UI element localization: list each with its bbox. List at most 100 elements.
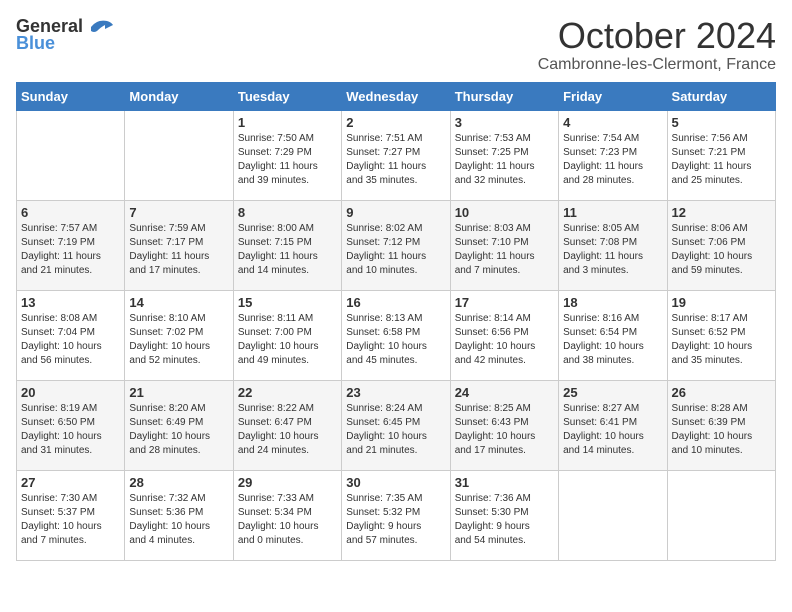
calendar-cell: 10 Sunrise: 8:03 AM Sunset: 7:10 PM Dayli… bbox=[450, 200, 558, 290]
day-number: 2 bbox=[346, 115, 445, 130]
header-thursday: Thursday bbox=[450, 82, 558, 110]
calendar-cell: 8 Sunrise: 8:00 AM Sunset: 7:15 PM Daylig… bbox=[233, 200, 341, 290]
day-number: 15 bbox=[238, 295, 337, 310]
day-number: 31 bbox=[455, 475, 554, 490]
month-title: October 2024 bbox=[538, 16, 776, 56]
day-info: Sunrise: 8:00 AM Sunset: 7:15 PM Dayligh… bbox=[238, 222, 337, 278]
day-info: Sunrise: 8:13 AM Sunset: 6:58 PM Dayligh… bbox=[346, 312, 445, 368]
day-number: 13 bbox=[21, 295, 120, 310]
day-info: Sunrise: 7:50 AM Sunset: 7:29 PM Dayligh… bbox=[238, 132, 337, 188]
calendar-cell bbox=[559, 470, 667, 560]
calendar-cell: 25Sunrise: 8:27 AM Sunset: 6:41 PM Dayli… bbox=[559, 380, 667, 470]
day-info: Sunrise: 7:56 AM Sunset: 7:21 PM Dayligh… bbox=[672, 132, 771, 188]
week-row-3: 13 Sunrise: 8:08 AM Sunset: 7:04 PM Dayli… bbox=[17, 290, 776, 380]
day-info: Sunrise: 8:05 AM Sunset: 7:08 PM Dayligh… bbox=[563, 222, 662, 278]
calendar-cell: 5 Sunrise: 7:56 AM Sunset: 7:21 PM Daylig… bbox=[667, 110, 775, 200]
day-number: 25 bbox=[563, 385, 662, 400]
day-info: Sunrise: 8:25 AM Sunset: 6:43 PM Dayligh… bbox=[455, 402, 554, 458]
logo: General Blue bbox=[16, 16, 115, 54]
day-info: Sunrise: 8:03 AM Sunset: 7:10 PM Dayligh… bbox=[455, 222, 554, 278]
calendar-cell: 12 Sunrise: 8:06 AM Sunset: 7:06 PM Dayli… bbox=[667, 200, 775, 290]
day-info: Sunrise: 8:14 AM Sunset: 6:56 PM Dayligh… bbox=[455, 312, 554, 368]
day-number: 1 bbox=[238, 115, 337, 130]
day-info: Sunrise: 7:53 AM Sunset: 7:25 PM Dayligh… bbox=[455, 132, 554, 188]
calendar-cell: 22Sunrise: 8:22 AM Sunset: 6:47 PM Dayli… bbox=[233, 380, 341, 470]
calendar-cell: 4 Sunrise: 7:54 AM Sunset: 7:23 PM Daylig… bbox=[559, 110, 667, 200]
day-info: Sunrise: 7:33 AM Sunset: 5:34 PM Dayligh… bbox=[238, 492, 337, 548]
day-info: Sunrise: 8:19 AM Sunset: 6:50 PM Dayligh… bbox=[21, 402, 120, 458]
calendar-cell: 7 Sunrise: 7:59 AM Sunset: 7:17 PM Daylig… bbox=[125, 200, 233, 290]
day-info: Sunrise: 7:35 AM Sunset: 5:32 PM Dayligh… bbox=[346, 492, 445, 548]
day-info: Sunrise: 7:54 AM Sunset: 7:23 PM Dayligh… bbox=[563, 132, 662, 188]
day-info: Sunrise: 8:16 AM Sunset: 6:54 PM Dayligh… bbox=[563, 312, 662, 368]
day-number: 3 bbox=[455, 115, 554, 130]
week-row-2: 6Sunrise: 7:57 AM Sunset: 7:19 PM Daylig… bbox=[17, 200, 776, 290]
calendar-cell: 23 Sunrise: 8:24 AM Sunset: 6:45 PM Dayli… bbox=[342, 380, 450, 470]
week-row-4: 20 Sunrise: 8:19 AM Sunset: 6:50 PM Dayli… bbox=[17, 380, 776, 470]
day-info: Sunrise: 7:57 AM Sunset: 7:19 PM Dayligh… bbox=[21, 222, 120, 278]
header-monday: Monday bbox=[125, 82, 233, 110]
header-saturday: Saturday bbox=[667, 82, 775, 110]
day-info: Sunrise: 8:08 AM Sunset: 7:04 PM Dayligh… bbox=[21, 312, 120, 368]
calendar-table: SundayMondayTuesdayWednesdayThursdayFrid… bbox=[16, 82, 776, 561]
day-info: Sunrise: 8:06 AM Sunset: 7:06 PM Dayligh… bbox=[672, 222, 771, 278]
calendar-cell: 20 Sunrise: 8:19 AM Sunset: 6:50 PM Dayli… bbox=[17, 380, 125, 470]
location-subtitle: Cambronne-les-Clermont, France bbox=[538, 56, 776, 74]
day-number: 19 bbox=[672, 295, 771, 310]
title-section: October 2024 Cambronne-les-Clermont, Fra… bbox=[538, 16, 776, 74]
header-friday: Friday bbox=[559, 82, 667, 110]
day-number: 12 bbox=[672, 205, 771, 220]
week-row-5: 27Sunrise: 7:30 AM Sunset: 5:37 PM Dayli… bbox=[17, 470, 776, 560]
day-number: 30 bbox=[346, 475, 445, 490]
calendar-cell: 9 Sunrise: 8:02 AM Sunset: 7:12 PM Daylig… bbox=[342, 200, 450, 290]
day-info: Sunrise: 7:51 AM Sunset: 7:27 PM Dayligh… bbox=[346, 132, 445, 188]
calendar-cell: 26Sunrise: 8:28 AM Sunset: 6:39 PM Dayli… bbox=[667, 380, 775, 470]
logo-bird-icon bbox=[87, 17, 115, 37]
day-number: 26 bbox=[672, 385, 771, 400]
page-header: General Blue October 2024 Cambronne-les-… bbox=[16, 16, 776, 74]
calendar-cell: 18 Sunrise: 8:16 AM Sunset: 6:54 PM Dayli… bbox=[559, 290, 667, 380]
calendar-cell: 24 Sunrise: 8:25 AM Sunset: 6:43 PM Dayli… bbox=[450, 380, 558, 470]
day-number: 23 bbox=[346, 385, 445, 400]
day-number: 7 bbox=[129, 205, 228, 220]
day-number: 11 bbox=[563, 205, 662, 220]
header-tuesday: Tuesday bbox=[233, 82, 341, 110]
calendar-header-row: SundayMondayTuesdayWednesdayThursdayFrid… bbox=[17, 82, 776, 110]
day-number: 8 bbox=[238, 205, 337, 220]
day-number: 24 bbox=[455, 385, 554, 400]
day-number: 17 bbox=[455, 295, 554, 310]
calendar-cell bbox=[17, 110, 125, 200]
calendar-cell: 15Sunrise: 8:11 AM Sunset: 7:00 PM Dayli… bbox=[233, 290, 341, 380]
calendar-cell: 14 Sunrise: 8:10 AM Sunset: 7:02 PM Dayli… bbox=[125, 290, 233, 380]
day-number: 27 bbox=[21, 475, 120, 490]
day-number: 10 bbox=[455, 205, 554, 220]
week-row-1: 1 Sunrise: 7:50 AM Sunset: 7:29 PM Daylig… bbox=[17, 110, 776, 200]
calendar-cell: 21Sunrise: 8:20 AM Sunset: 6:49 PM Dayli… bbox=[125, 380, 233, 470]
calendar-cell: 16Sunrise: 8:13 AM Sunset: 6:58 PM Dayli… bbox=[342, 290, 450, 380]
day-number: 28 bbox=[129, 475, 228, 490]
calendar-cell: 19Sunrise: 8:17 AM Sunset: 6:52 PM Dayli… bbox=[667, 290, 775, 380]
calendar-cell: 30 Sunrise: 7:35 AM Sunset: 5:32 PM Dayli… bbox=[342, 470, 450, 560]
calendar-cell: 11 Sunrise: 8:05 AM Sunset: 7:08 PM Dayli… bbox=[559, 200, 667, 290]
calendar-cell bbox=[125, 110, 233, 200]
calendar-cell: 17 Sunrise: 8:14 AM Sunset: 6:56 PM Dayli… bbox=[450, 290, 558, 380]
day-number: 14 bbox=[129, 295, 228, 310]
calendar-cell: 29Sunrise: 7:33 AM Sunset: 5:34 PM Dayli… bbox=[233, 470, 341, 560]
calendar-cell: 3 Sunrise: 7:53 AM Sunset: 7:25 PM Daylig… bbox=[450, 110, 558, 200]
day-info: Sunrise: 8:02 AM Sunset: 7:12 PM Dayligh… bbox=[346, 222, 445, 278]
calendar-cell: 13 Sunrise: 8:08 AM Sunset: 7:04 PM Dayli… bbox=[17, 290, 125, 380]
day-number: 22 bbox=[238, 385, 337, 400]
day-number: 9 bbox=[346, 205, 445, 220]
day-number: 5 bbox=[672, 115, 771, 130]
day-info: Sunrise: 7:59 AM Sunset: 7:17 PM Dayligh… bbox=[129, 222, 228, 278]
day-number: 18 bbox=[563, 295, 662, 310]
day-number: 4 bbox=[563, 115, 662, 130]
calendar-cell bbox=[667, 470, 775, 560]
day-info: Sunrise: 8:10 AM Sunset: 7:02 PM Dayligh… bbox=[129, 312, 228, 368]
day-info: Sunrise: 8:24 AM Sunset: 6:45 PM Dayligh… bbox=[346, 402, 445, 458]
header-sunday: Sunday bbox=[17, 82, 125, 110]
calendar-cell: 27Sunrise: 7:30 AM Sunset: 5:37 PM Dayli… bbox=[17, 470, 125, 560]
day-number: 20 bbox=[21, 385, 120, 400]
day-info: Sunrise: 7:32 AM Sunset: 5:36 PM Dayligh… bbox=[129, 492, 228, 548]
calendar-cell: 2 Sunrise: 7:51 AM Sunset: 7:27 PM Daylig… bbox=[342, 110, 450, 200]
